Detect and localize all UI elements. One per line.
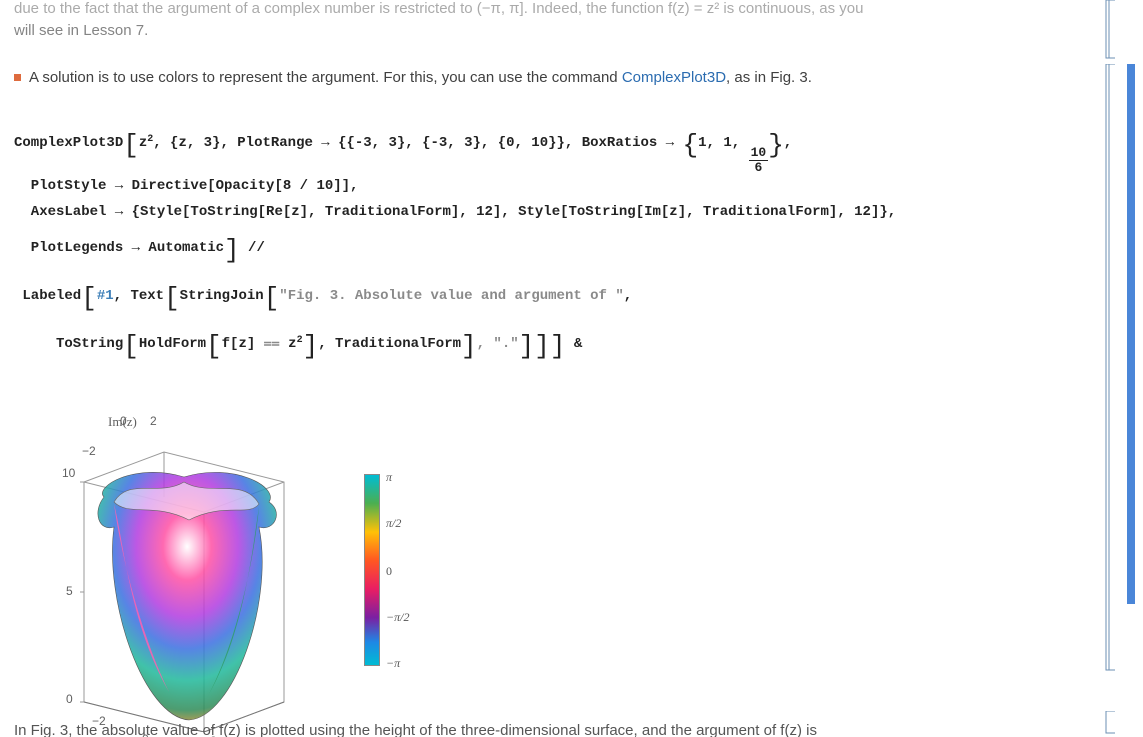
code-z: z (139, 135, 147, 151)
code-l3: AxesLabel → {Style[ToString[Re[z], Tradi… (14, 204, 896, 220)
tick-y0: 0 (120, 414, 127, 428)
code-l6b: HoldForm (139, 336, 206, 352)
code-l6a: ToString (14, 336, 123, 352)
code-comma: , (784, 135, 792, 151)
bullet-paragraph: A solution is to use colors to represent… (14, 67, 1111, 90)
frac-den: 6 (754, 161, 762, 175)
code-string: "Fig. 3. Absolute value and argument of … (279, 288, 623, 304)
lg-npi2: −π/2 (386, 610, 409, 625)
bullet-text-b: , as in Fig. 3. (726, 69, 812, 86)
bullet-text-a: A solution is to use colors to represent… (29, 69, 622, 86)
code-cell[interactable]: ComplexPlot3D[z2, {z, 3}, PlotRange → {{… (14, 95, 1111, 396)
frac-num: 10 (749, 146, 769, 161)
code-eq: ⩵ (264, 336, 280, 352)
lg-pi2: π/2 (386, 516, 401, 531)
code-l5d: StringJoin (180, 288, 264, 304)
code-slot: #1 (97, 288, 114, 304)
plot-legend: π π/2 0 −π/2 −π (364, 474, 444, 684)
output-graphic[interactable]: Im(z) 2 0 −2 10 5 0 −2 0 2 Re(z) (14, 414, 1111, 737)
bottom-paragraph: In Fig. 3, the absolute value of f(z) is… (14, 722, 817, 737)
cell-bracket-bottom[interactable] (1105, 711, 1119, 735)
scrollbar[interactable] (1119, 0, 1137, 737)
code-l2: PlotStyle → Directive[Opacity[8 / 10]], (14, 178, 358, 194)
code-ratios: 1, 1, (698, 135, 748, 151)
code-l6c: f[z] (222, 336, 264, 352)
code-l5a: Labeled (14, 288, 81, 304)
code-l6e: z (280, 336, 297, 352)
notebook-content: due to the fact that the argument of a c… (14, 0, 1111, 737)
code-dot: , "." (477, 336, 519, 352)
code-amp: & (565, 336, 582, 352)
complexplot3d-link[interactable]: ComplexPlot3D (622, 69, 726, 86)
cell-bracket-top[interactable] (1105, 0, 1119, 62)
lg-pi: π (386, 470, 392, 485)
code-l4b: // (240, 240, 265, 256)
scrollbar-thumb[interactable] (1127, 64, 1135, 604)
code-part1: , {z, 3}, PlotRange → {{-3, 3}, {-3, 3},… (153, 135, 682, 151)
cut-text-line2: will see in Lesson 7. (14, 20, 1111, 43)
legend-bar (364, 474, 380, 666)
tick-z0: 0 (66, 692, 73, 706)
code-l5f: , (624, 288, 632, 304)
lg-npi: −π (386, 656, 400, 671)
lg-0: 0 (386, 564, 392, 579)
tick-z5: 5 (66, 584, 73, 598)
code-fn: ComplexPlot3D (14, 135, 123, 151)
cut-text-line1: due to the fact that the argument of a c… (14, 0, 1111, 20)
plot3d-svg (74, 442, 294, 732)
code-l6f: , TraditionalForm (318, 336, 461, 352)
code-l5c: , Text (114, 288, 164, 304)
bullet-icon (14, 74, 21, 81)
cell-bracket-main[interactable] (1105, 64, 1119, 674)
tick-y2: 2 (150, 414, 157, 428)
code-l4: PlotLegends → Automatic (14, 240, 224, 256)
